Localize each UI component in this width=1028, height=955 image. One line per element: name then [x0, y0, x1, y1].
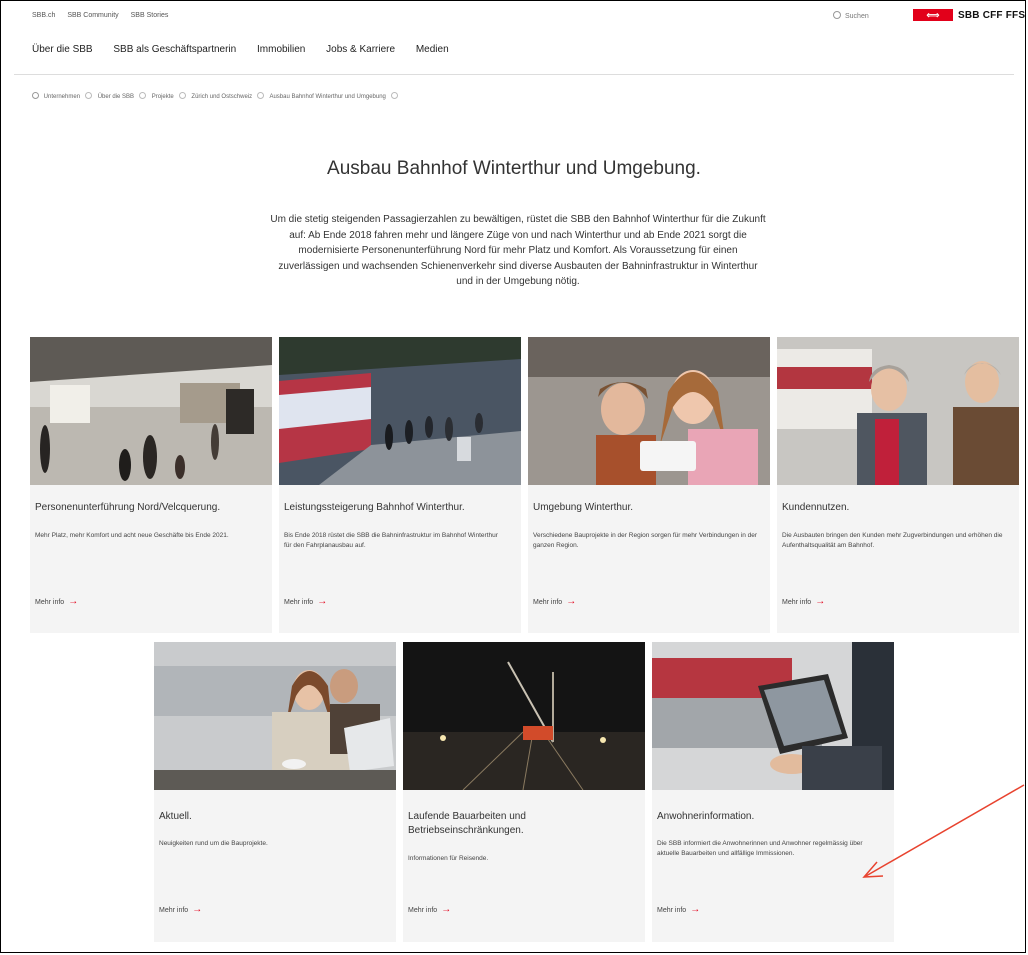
red-annotation-arrow [862, 784, 1025, 878]
